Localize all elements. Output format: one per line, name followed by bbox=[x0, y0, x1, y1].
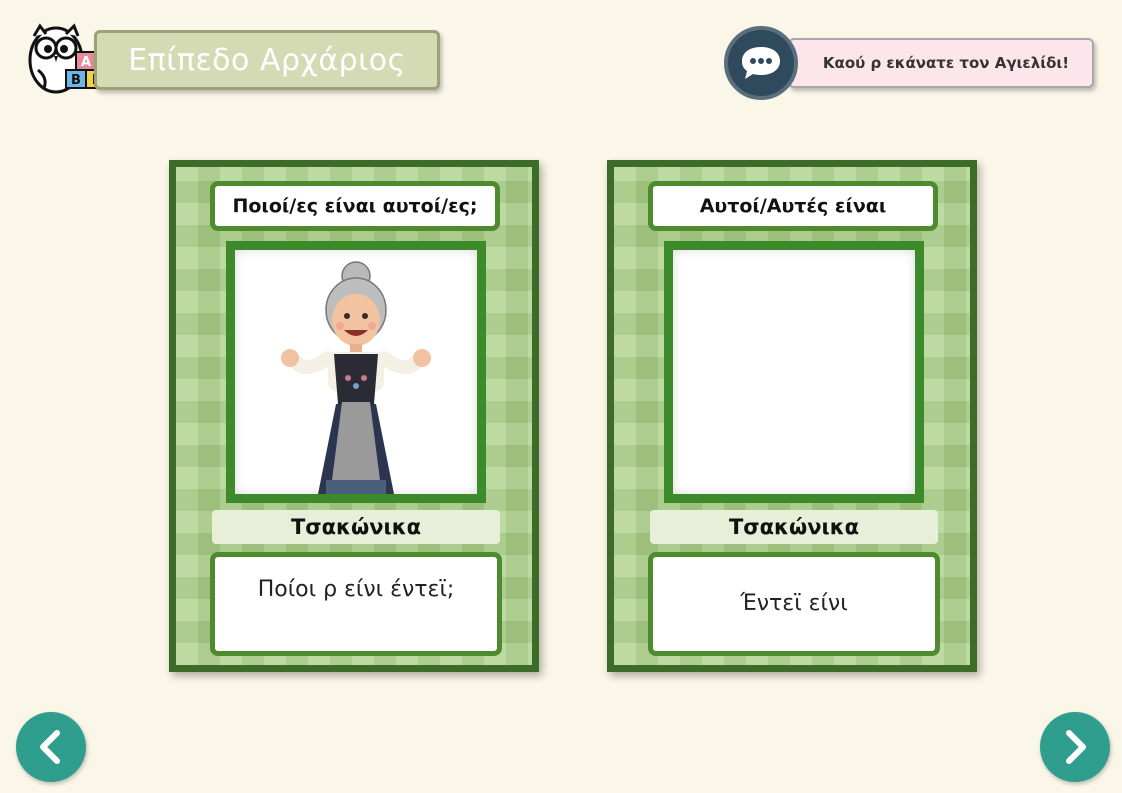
chat-bubble-icon[interactable] bbox=[724, 26, 798, 100]
question-card: Ποιοί/ες είναι αυτοί/ες; Τσακώνικα Ποίοι… bbox=[169, 160, 539, 672]
card-phrase: Έντεϊ είνι bbox=[648, 552, 940, 656]
message-text: Καού ρ εκάνατε τον Αγιελίδι! bbox=[788, 38, 1094, 88]
logo-letter-b: Β bbox=[71, 73, 81, 88]
level-title: Επίπεδο Αρχάριος bbox=[94, 30, 440, 90]
elderly-woman-illustration bbox=[281, 261, 431, 494]
card-header: Αυτοί/Αυτές είναι bbox=[648, 181, 938, 231]
next-button[interactable] bbox=[1040, 712, 1110, 782]
card-header: Ποιοί/ες είναι αυτοί/ες; bbox=[210, 181, 500, 231]
card-language: Τσακώνικα bbox=[212, 510, 500, 544]
card-image bbox=[226, 241, 486, 503]
chevron-right-icon bbox=[1066, 730, 1086, 764]
chevron-left-icon bbox=[40, 730, 60, 764]
answer-card: Αυτοί/Αυτές είναι Τσακώνικα Έντεϊ είνι bbox=[607, 160, 977, 672]
logo-letter-a: Α bbox=[81, 55, 91, 70]
previous-button[interactable] bbox=[16, 712, 86, 782]
card-language: Τσακώνικα bbox=[650, 510, 938, 544]
card-phrase: Ποίοι ρ είνι έντεϊ; bbox=[210, 552, 502, 656]
card-image-empty bbox=[664, 241, 924, 503]
